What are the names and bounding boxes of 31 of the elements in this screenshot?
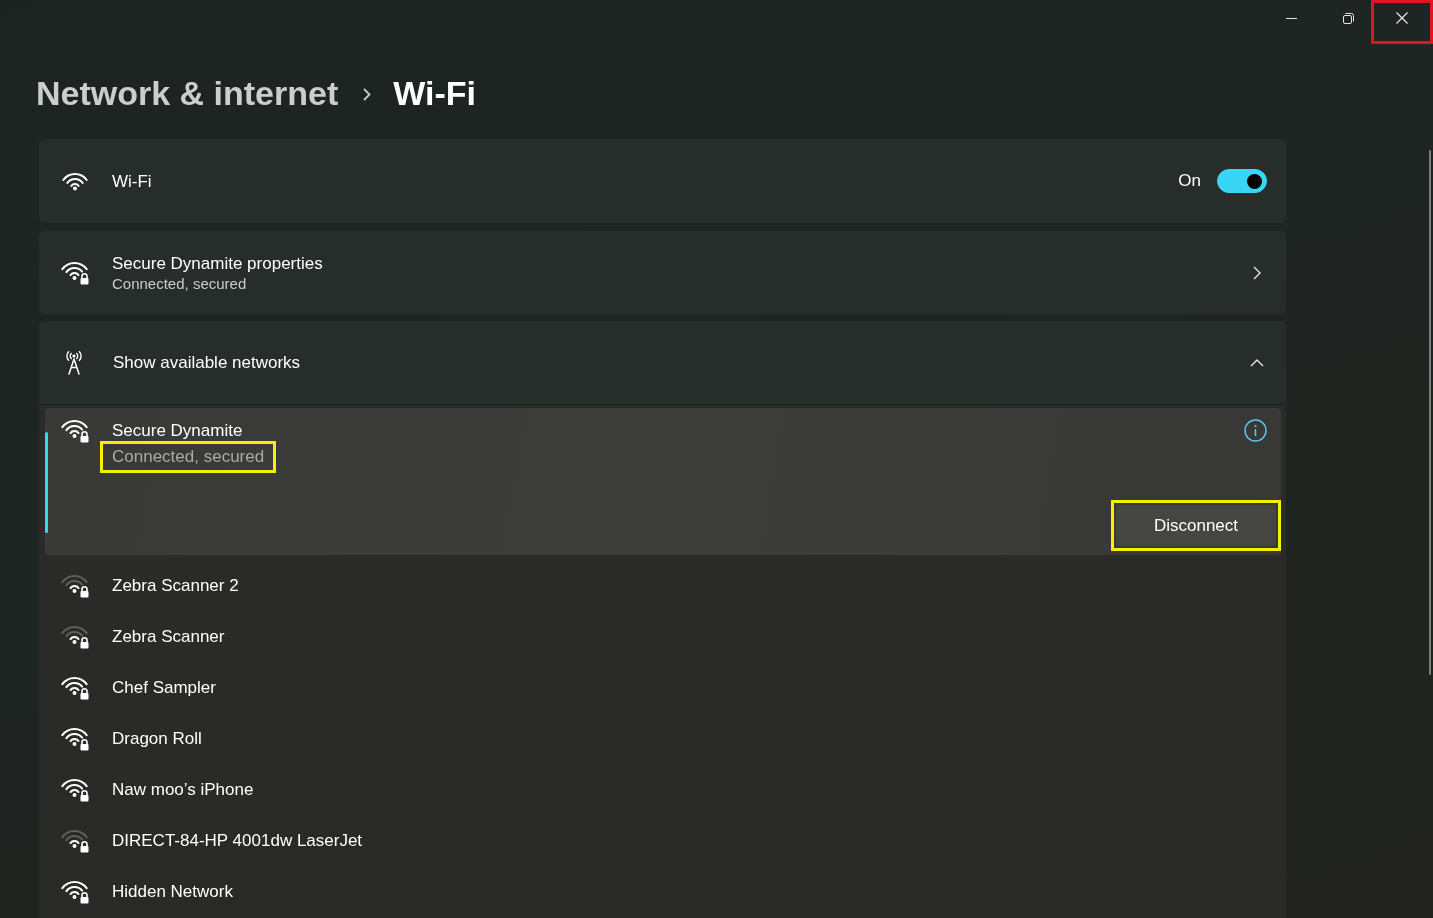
toggle-switch[interactable]: [1217, 169, 1267, 193]
network-name: Secure Dynamite: [112, 421, 243, 441]
info-icon[interactable]: [1244, 419, 1267, 442]
network-item[interactable]: Zebra Scanner 2: [45, 560, 1281, 611]
disconnect-button[interactable]: Disconnect: [1116, 505, 1276, 546]
network-item[interactable]: Naw moo’s iPhone: [45, 764, 1281, 815]
page-title: Wi-Fi: [393, 73, 477, 113]
available-networks-header[interactable]: Show available networks: [39, 321, 1286, 405]
network-properties-card[interactable]: Secure Dynamite properties Connected, secured: [39, 231, 1286, 314]
network-item[interactable]: Hidden Network: [45, 866, 1281, 917]
chevron-right-icon: [1253, 265, 1261, 280]
chevron-right-icon: [363, 87, 372, 101]
restore-icon: [1342, 12, 1354, 24]
properties-subtitle: Connected, secured: [112, 274, 248, 294]
antenna-tower-icon: [64, 350, 84, 375]
network-item[interactable]: Chef Sampler: [45, 662, 1281, 713]
wifi-label: Wi-Fi: [112, 170, 152, 192]
breadcrumb-link[interactable]: Network & internet: [36, 73, 339, 113]
network-item[interactable]: Zebra Scanner: [45, 611, 1281, 662]
network-status: Connected, secured: [112, 446, 265, 468]
network-item[interactable]: Dragon Roll: [45, 713, 1281, 764]
scrollbar[interactable]: [1429, 150, 1431, 675]
wifi-icon: [61, 171, 89, 191]
minimize-icon: [1285, 17, 1297, 19]
network-item[interactable]: Secure Dynamite Connected, secured Disconnect: [45, 408, 1281, 555]
network-item[interactable]: DIRECT-84-HP 4001dw LaserJet: [45, 815, 1281, 866]
close-icon: [1396, 12, 1408, 24]
properties-title: Secure Dynamite properties: [112, 253, 323, 274]
wifi-lock-icon: [61, 260, 89, 285]
available-networks-label: Show available networks: [113, 352, 301, 373]
toggle-state-label: On: [1178, 171, 1201, 191]
